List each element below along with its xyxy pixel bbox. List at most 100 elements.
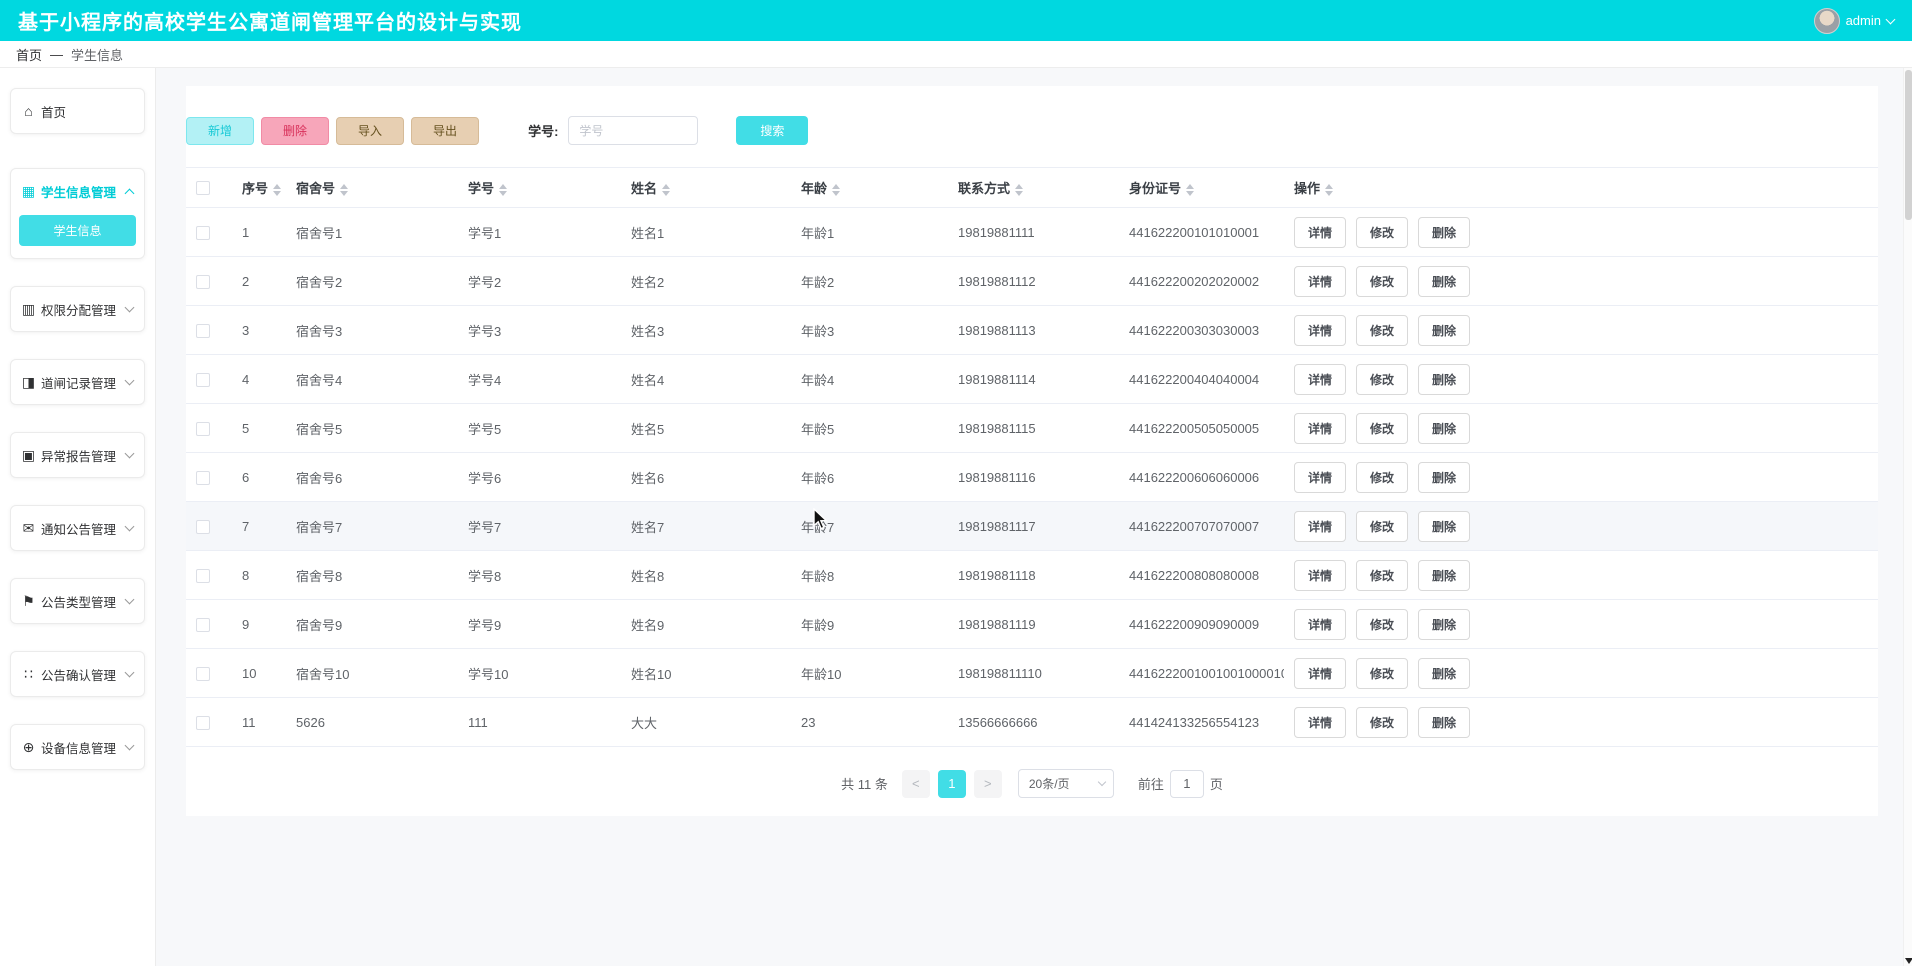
scrollbar-down-arrow[interactable] xyxy=(1905,958,1912,964)
row-checkbox[interactable] xyxy=(196,471,210,485)
prev-page-button[interactable]: < xyxy=(902,770,930,798)
delete-row-button[interactable]: 删除 xyxy=(1418,413,1470,444)
edit-button[interactable]: 修改 xyxy=(1356,364,1408,395)
sidebar-item-row[interactable]: ∷公告确认管理 xyxy=(11,652,144,696)
delete-row-button[interactable]: 删除 xyxy=(1418,364,1470,395)
edit-button[interactable]: 修改 xyxy=(1356,217,1408,248)
sidebar-item-permission[interactable]: ▥权限分配管理 xyxy=(10,286,145,332)
sidebar-item-row[interactable]: ▦学生信息管理 xyxy=(11,169,144,213)
search-input[interactable] xyxy=(568,116,698,145)
sidebar-item-device[interactable]: ⊕设备信息管理 xyxy=(10,724,145,770)
select-all-checkbox[interactable] xyxy=(196,181,210,195)
sidebar-item-home[interactable]: ⌂首页 xyxy=(10,88,145,134)
cell-index: 6 xyxy=(232,453,286,502)
detail-button[interactable]: 详情 xyxy=(1294,217,1346,248)
detail-button[interactable]: 详情 xyxy=(1294,315,1346,346)
edit-button[interactable]: 修改 xyxy=(1356,511,1408,542)
detail-button[interactable]: 详情 xyxy=(1294,658,1346,689)
column-header[interactable]: 姓名 xyxy=(621,168,791,208)
cell-index: 1 xyxy=(232,208,286,257)
detail-button[interactable]: 详情 xyxy=(1294,364,1346,395)
detail-button[interactable]: 详情 xyxy=(1294,413,1346,444)
delete-row-button[interactable]: 删除 xyxy=(1418,609,1470,640)
column-header[interactable]: 序号 xyxy=(232,168,286,208)
sidebar-item-notice-confirm[interactable]: ∷公告确认管理 xyxy=(10,651,145,697)
sort-icon[interactable] xyxy=(273,184,281,196)
sidebar-item-row[interactable]: ⚑公告类型管理 xyxy=(11,579,144,623)
edit-button[interactable]: 修改 xyxy=(1356,315,1408,346)
sort-icon[interactable] xyxy=(662,184,670,196)
row-checkbox[interactable] xyxy=(196,520,210,534)
row-checkbox[interactable] xyxy=(196,226,210,240)
import-button[interactable]: 导入 xyxy=(336,117,404,145)
row-checkbox[interactable] xyxy=(196,618,210,632)
delete-row-button[interactable]: 删除 xyxy=(1418,315,1470,346)
column-header[interactable]: 年龄 xyxy=(791,168,948,208)
row-checkbox[interactable] xyxy=(196,716,210,730)
next-page-button[interactable]: > xyxy=(974,770,1002,798)
sidebar-item-row[interactable]: ✉通知公告管理 xyxy=(11,506,144,550)
row-checkbox[interactable] xyxy=(196,275,210,289)
column-header[interactable]: 联系方式 xyxy=(948,168,1119,208)
delete-button[interactable]: 删除 xyxy=(261,117,329,145)
detail-button[interactable]: 详情 xyxy=(1294,462,1346,493)
sidebar-item-row[interactable]: ▣异常报告管理 xyxy=(11,433,144,477)
row-checkbox[interactable] xyxy=(196,569,210,583)
page-button-active[interactable]: 1 xyxy=(938,770,966,798)
user-menu[interactable]: admin xyxy=(1814,8,1894,34)
row-checkbox[interactable] xyxy=(196,373,210,387)
sidebar-item-row[interactable]: ◨道闸记录管理 xyxy=(11,360,144,404)
edit-button[interactable]: 修改 xyxy=(1356,560,1408,591)
edit-button[interactable]: 修改 xyxy=(1356,609,1408,640)
search-button[interactable]: 搜索 xyxy=(736,116,808,145)
detail-button[interactable]: 详情 xyxy=(1294,511,1346,542)
avatar[interactable] xyxy=(1814,8,1840,34)
sort-icon[interactable] xyxy=(1015,184,1023,196)
sort-icon[interactable] xyxy=(1325,184,1333,196)
edit-button[interactable]: 修改 xyxy=(1356,707,1408,738)
sidebar-item-row[interactable]: ⌂首页 xyxy=(11,89,144,133)
page-size-select[interactable]: 20条/页 xyxy=(1018,769,1114,798)
detail-button[interactable]: 详情 xyxy=(1294,707,1346,738)
detail-button[interactable]: 详情 xyxy=(1294,266,1346,297)
sidebar-item-notice-type[interactable]: ⚑公告类型管理 xyxy=(10,578,145,624)
chevron-down-icon xyxy=(125,522,135,532)
export-button[interactable]: 导出 xyxy=(411,117,479,145)
edit-button[interactable]: 修改 xyxy=(1356,658,1408,689)
column-header[interactable]: 宿舍号 xyxy=(286,168,458,208)
row-checkbox[interactable] xyxy=(196,324,210,338)
sidebar-item-student-info[interactable]: ▦学生信息管理学生信息 xyxy=(10,168,145,259)
row-checkbox[interactable] xyxy=(196,667,210,681)
sidebar-item-row[interactable]: ⊕设备信息管理 xyxy=(11,725,144,769)
column-header[interactable]: 学号 xyxy=(458,168,621,208)
goto-page-input[interactable] xyxy=(1170,770,1204,798)
sort-icon[interactable] xyxy=(499,184,507,196)
delete-row-button[interactable]: 删除 xyxy=(1418,658,1470,689)
column-header[interactable]: 操作 xyxy=(1284,168,1878,208)
column-header[interactable]: 身份证号 xyxy=(1119,168,1284,208)
sidebar-item-notice[interactable]: ✉通知公告管理 xyxy=(10,505,145,551)
sort-icon[interactable] xyxy=(832,184,840,196)
row-checkbox[interactable] xyxy=(196,422,210,436)
sidebar-item-row[interactable]: ▥权限分配管理 xyxy=(11,287,144,331)
breadcrumb-home[interactable]: 首页 xyxy=(16,45,42,64)
sort-icon[interactable] xyxy=(1186,184,1194,196)
sidebar-subitem-student-info[interactable]: 学生信息 xyxy=(19,215,136,246)
delete-row-button[interactable]: 删除 xyxy=(1418,707,1470,738)
delete-row-button[interactable]: 删除 xyxy=(1418,462,1470,493)
delete-row-button[interactable]: 删除 xyxy=(1418,217,1470,248)
edit-button[interactable]: 修改 xyxy=(1356,413,1408,444)
edit-button[interactable]: 修改 xyxy=(1356,462,1408,493)
edit-button[interactable]: 修改 xyxy=(1356,266,1408,297)
add-button[interactable]: 新增 xyxy=(186,117,254,145)
vertical-scrollbar[interactable] xyxy=(1903,68,1912,966)
sort-icon[interactable] xyxy=(340,184,348,196)
delete-row-button[interactable]: 删除 xyxy=(1418,511,1470,542)
sidebar-item-gate-record[interactable]: ◨道闸记录管理 xyxy=(10,359,145,405)
delete-row-button[interactable]: 删除 xyxy=(1418,266,1470,297)
sidebar-item-exception-report[interactable]: ▣异常报告管理 xyxy=(10,432,145,478)
scrollbar-thumb[interactable] xyxy=(1905,70,1912,220)
detail-button[interactable]: 详情 xyxy=(1294,609,1346,640)
detail-button[interactable]: 详情 xyxy=(1294,560,1346,591)
delete-row-button[interactable]: 删除 xyxy=(1418,560,1470,591)
